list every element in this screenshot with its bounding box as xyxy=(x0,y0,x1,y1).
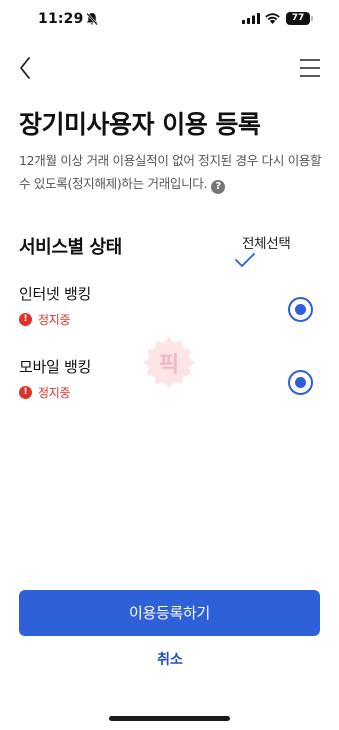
status-text: 정지중 xyxy=(38,313,71,327)
help-icon[interactable]: ? xyxy=(211,180,226,194)
service-status: ! 정지중 xyxy=(19,311,71,328)
page-description: 12개월 이상 거래 이용실적이 없어 정지된 경우 다시 이용할 수 있도록(… xyxy=(19,149,329,195)
cellular-signal-icon xyxy=(242,13,260,24)
checkmark-icon xyxy=(235,253,255,267)
hamburger-menu-icon xyxy=(300,59,320,77)
register-button[interactable]: 이용등록하기 xyxy=(19,590,320,636)
service-name: 모바일 뱅킹 xyxy=(19,358,91,376)
radio-mobile-banking[interactable] xyxy=(288,370,313,395)
description-text: 12개월 이상 거래 이용실적이 없어 정지된 경우 다시 이용할 수 있도록(… xyxy=(19,153,322,191)
service-status: ! 정지중 xyxy=(19,384,71,401)
bell-muted-icon xyxy=(86,12,98,26)
section-title: 서비스별 상태 xyxy=(19,237,122,258)
select-all-toggle[interactable]: 전체선택 xyxy=(232,230,304,272)
cancel-button[interactable]: 취소 xyxy=(140,648,200,672)
status-text: 정지중 xyxy=(38,386,71,400)
battery-tip xyxy=(311,16,313,21)
service-row-internet-banking[interactable]: 인터넷 뱅킹 ! 정지중 xyxy=(0,283,339,339)
alert-icon: ! xyxy=(19,386,32,399)
select-all-label: 전체선택 xyxy=(242,236,291,252)
menu-button[interactable] xyxy=(298,57,322,79)
watermark-text: 픽 xyxy=(159,353,179,378)
home-indicator[interactable] xyxy=(109,716,230,721)
service-name: 인터넷 뱅킹 xyxy=(19,285,91,303)
radio-internet-banking[interactable] xyxy=(288,297,313,322)
radio-selected-dot xyxy=(295,377,306,388)
status-bar: 11:29 77 xyxy=(0,0,339,40)
status-time: 11:29 xyxy=(38,11,84,27)
screen: 11:29 77 장기미사용자 이용 등록 12개월 이상 거래 이용실적이 없… xyxy=(0,0,339,730)
battery-icon: 77 xyxy=(286,12,310,25)
radio-selected-dot xyxy=(295,304,306,315)
back-button[interactable] xyxy=(14,54,38,82)
chevron-left-icon xyxy=(20,57,30,79)
wifi-icon xyxy=(265,13,280,24)
alert-icon: ! xyxy=(19,313,32,326)
watermark-badge-icon: 픽 xyxy=(143,337,195,388)
page-title: 장기미사용자 이용 등록 xyxy=(19,110,261,139)
